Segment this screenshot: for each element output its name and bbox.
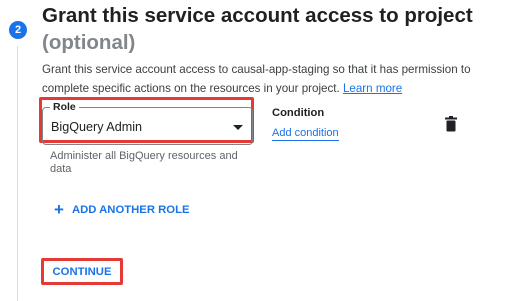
role-selected-value: BigQuery Admin xyxy=(51,120,142,134)
dropdown-arrow-icon xyxy=(233,125,243,130)
step-connector-line xyxy=(17,46,18,301)
learn-more-link[interactable]: Learn more xyxy=(343,82,402,95)
plus-icon: + xyxy=(54,200,64,219)
step-description: Grant this service account access to cau… xyxy=(42,60,502,98)
step-subtitle: (optional) xyxy=(42,31,136,54)
trash-icon[interactable] xyxy=(445,116,457,132)
step-number-badge: 2 xyxy=(9,21,27,39)
role-helper-text: Administer all BigQuery resources and da… xyxy=(50,150,238,175)
role-select[interactable]: Role BigQuery Admin xyxy=(42,101,253,145)
add-another-role-label: ADD ANOTHER ROLE xyxy=(71,204,190,216)
description-text: Grant this service account access to cau… xyxy=(42,63,471,95)
add-condition-link[interactable]: Add condition xyxy=(272,127,339,141)
continue-button[interactable]: CONTINUE xyxy=(41,258,123,285)
role-label: Role xyxy=(50,101,79,113)
add-another-role-button[interactable]: + ADD ANOTHER ROLE xyxy=(54,200,190,219)
step-title: Grant this service account access to pro… xyxy=(42,4,473,27)
condition-label: Condition xyxy=(272,107,325,119)
